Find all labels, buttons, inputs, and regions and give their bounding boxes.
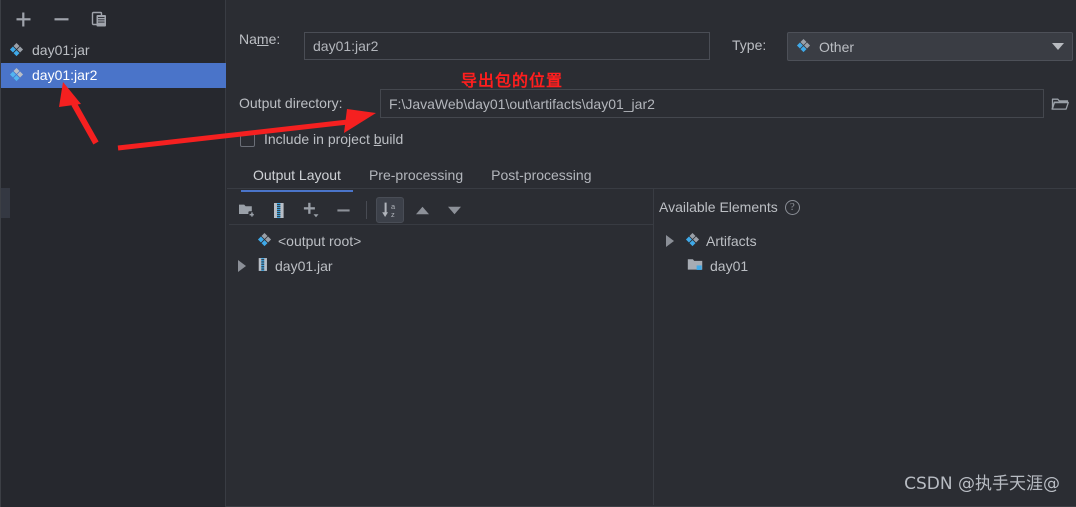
add-artifact-button[interactable] [11, 7, 35, 31]
include-in-project-build-checkbox[interactable] [240, 131, 255, 147]
tree-row-label: <output root> [278, 232, 362, 249]
tree-row-day01-jar[interactable]: day01.jar [231, 253, 651, 278]
watermark: CSDN @执手天涯@ [904, 474, 1060, 494]
svg-text:z: z [391, 210, 395, 219]
add-directory-button[interactable] [233, 197, 261, 223]
chevron-down-icon[interactable] [1052, 43, 1064, 50]
tabs-divider [227, 188, 1076, 189]
artifact-icon [9, 42, 24, 60]
tree-row-output-root[interactable]: <output root> [231, 228, 651, 253]
panel-splitter-handle[interactable] [1, 188, 10, 218]
add-archive-button[interactable] [265, 197, 293, 223]
type-select[interactable]: Other [787, 32, 1073, 61]
folder-icon [1051, 98, 1069, 110]
output-directory-input[interactable]: F:\JavaWeb\day01\out\artifacts\day01_jar… [380, 89, 1044, 118]
available-elements-header: Available Elements ? [659, 199, 800, 215]
annotation-note-text: 导出包的位置 [461, 71, 564, 90]
artifacts-list-panel: day01:jar day01:jar2 [1, 0, 226, 507]
artifact-icon [796, 38, 811, 56]
remove-artifact-button[interactable] [49, 7, 73, 31]
output-directory-value: F:\JavaWeb\day01\out\artifacts\day01_jar… [389, 95, 655, 112]
artifact-icon [9, 67, 24, 85]
module-folder-icon [687, 257, 704, 275]
output-layout-tree[interactable]: <output root> day01.jar [231, 228, 651, 278]
tree-row-artifacts[interactable]: Artifacts [659, 228, 1039, 253]
tree-row-day01-module[interactable]: day01 [659, 253, 1039, 278]
arrow-up-icon [415, 206, 429, 214]
toolbar-separator [366, 201, 367, 219]
name-input[interactable]: day01:jar2 [304, 32, 710, 60]
name-input-value: day01:jar2 [313, 38, 379, 54]
minus-icon [336, 208, 350, 211]
folder-add-icon [239, 204, 255, 218]
help-icon[interactable]: ? [784, 199, 800, 215]
artifact-icon [257, 232, 272, 250]
artifact-list-item-label: day01:jar [32, 41, 90, 58]
move-up-button[interactable] [408, 197, 436, 223]
available-elements-tree[interactable]: Artifacts day01 [659, 228, 1039, 278]
artifact-list-item-day01-jar2[interactable]: day01:jar2 [1, 63, 226, 88]
add-element-button[interactable] [297, 197, 325, 223]
artifact-icon [685, 232, 700, 250]
name-label-row: Name: [239, 31, 280, 47]
artifact-editor-panel: Name: day01:jar2 Type: Other Output dire… [227, 0, 1076, 506]
artifacts-settings-dialog: day01:jar day01:jar2 Name: day01:jar2 Ty… [0, 0, 1076, 507]
plus-dropdown-icon [303, 202, 319, 218]
output-layout-toolbar: a z [233, 195, 468, 225]
move-down-button[interactable] [440, 197, 468, 223]
archive-icon [274, 202, 284, 218]
artifacts-list[interactable]: day01:jar day01:jar2 [1, 38, 226, 88]
artifacts-list-toolbar [1, 0, 226, 38]
include-in-project-build-row[interactable]: Include in project build [240, 131, 403, 147]
copy-artifact-button[interactable] [87, 7, 111, 31]
tree-row-label: day01.jar [275, 257, 333, 274]
sort-az-icon: a z [381, 202, 396, 219]
toolbar-divider [229, 224, 653, 225]
arrow-down-icon [447, 206, 461, 214]
browse-folder-button[interactable] [1044, 89, 1076, 118]
tree-expander-icon[interactable] [661, 234, 679, 247]
artifact-list-item-day01-jar[interactable]: day01:jar [1, 38, 226, 63]
available-elements-title: Available Elements [659, 199, 778, 215]
sort-alphabetically-button[interactable]: a z [376, 197, 404, 223]
artifact-list-item-label: day01:jar2 [32, 66, 98, 83]
tree-row-label: Artifacts [706, 232, 757, 249]
include-in-project-build-label: Include in project build [264, 131, 404, 147]
remove-element-button[interactable] [329, 197, 357, 223]
type-label: Type: [732, 37, 767, 53]
tree-expander-icon[interactable] [233, 259, 251, 272]
name-label: Name: [239, 31, 281, 47]
archive-icon [257, 257, 269, 275]
output-directory-label: Output directory: [239, 95, 343, 111]
tree-row-label: day01 [710, 257, 749, 274]
tree-splitter[interactable] [653, 189, 654, 505]
type-select-value: Other [819, 38, 855, 55]
